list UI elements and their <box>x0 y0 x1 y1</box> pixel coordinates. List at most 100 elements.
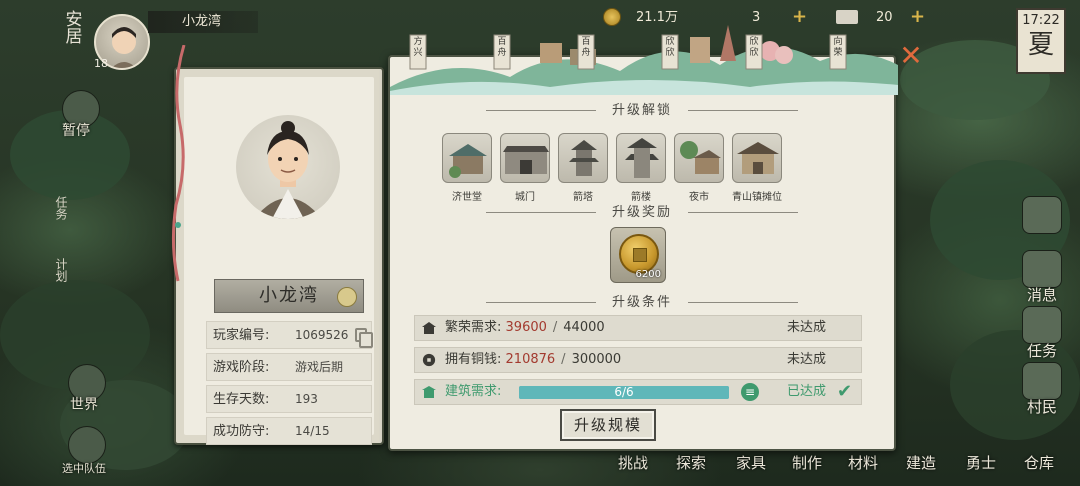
unlock-item-clinic[interactable]: 济世堂 <box>442 133 492 203</box>
team-icon[interactable] <box>68 426 106 464</box>
bottom-menu-challenge[interactable]: 挑战 <box>618 452 648 473</box>
bottom-menu-craft[interactable]: 制作 <box>792 452 822 473</box>
info-row-survival-days: 生存天数: 193 <box>206 385 372 413</box>
player-name-plate: 小龙湾 <box>214 279 364 313</box>
player-portrait <box>236 115 340 219</box>
prosperity-required: 44000 <box>563 320 605 335</box>
stall-building-icon <box>732 133 782 183</box>
message-icon[interactable] <box>1022 250 1062 288</box>
bottom-menu-explore[interactable]: 探索 <box>676 452 706 473</box>
player-name: 小龙湾 <box>259 285 319 306</box>
world-button[interactable]: 世界 <box>70 394 98 414</box>
location-badge[interactable]: 安居 <box>52 10 90 70</box>
flower-menu-icon[interactable] <box>1022 196 1062 234</box>
unlock-item-stall[interactable]: 青山镇摊位 <box>732 133 782 203</box>
task-button[interactable]: 任务 <box>1018 340 1066 361</box>
reward-item[interactable]: 6200 <box>610 227 666 283</box>
condition-row-coins: 拥有铜钱: 210876/300000 未达成 <box>414 347 862 373</box>
condition-title-text: 升级条件 <box>611 295 672 310</box>
game-stage-value: 游戏后期 <box>295 360 344 374</box>
player-id-label: 玩家编号: <box>213 328 270 343</box>
condition-row-prosperity: 繁荣需求: 39600/44000 未达成 <box>414 315 862 341</box>
game-stage-label: 游戏阶段: <box>213 360 270 375</box>
copy-icon[interactable] <box>355 328 373 348</box>
check-icon: ✔ <box>837 381 853 402</box>
village-name-banner: 小龙湾 <box>148 11 258 33</box>
village-name: 小龙湾 <box>182 14 222 29</box>
upgrade-panel: 方兴 百舟 百舟 欣欣 欣欣 向荣 升级解锁 济世堂 城门 箭塔 箭楼 夜市 青… <box>388 25 898 451</box>
reward-section-title: 升级奖励 <box>390 201 894 220</box>
scenery-tag-3: 百舟 <box>581 37 591 58</box>
arrow-pavilion-icon <box>616 133 666 183</box>
night-market-icon <box>674 133 724 183</box>
portrait-icon <box>254 121 322 219</box>
village-upgrade-dialog: 小龙湾 玩家编号: 1069526 游戏阶段: 游戏后期 生存天数: 193 成功防守… <box>170 25 923 455</box>
ticket-icon <box>836 10 858 24</box>
house-icon <box>422 322 436 334</box>
info-row-player-id: 玩家编号: 1069526 <box>206 321 373 349</box>
copper-coin-icon <box>619 234 659 274</box>
prosperity-label: 繁荣需求: 39600/44000 <box>445 320 605 335</box>
defense-value: 14/15 <box>295 424 330 438</box>
bottom-menu-storage[interactable]: 仓库 <box>1024 452 1054 473</box>
clock-time: 17:22 <box>1022 13 1060 28</box>
pause-button[interactable]: 暂停 <box>62 120 90 140</box>
condition-section-title: 升级条件 <box>390 291 894 310</box>
survival-days-value: 193 <box>295 392 318 406</box>
scenery-tag-6: 向荣 <box>833 37 843 58</box>
coins-status: 未达成 <box>787 352 827 367</box>
add-ticket-button[interactable]: + <box>910 6 925 27</box>
avatar-level: 18 <box>94 57 108 70</box>
unlock-section-title: 升级解锁 <box>390 99 894 118</box>
unlock-item-arrow-tower[interactable]: 箭塔 <box>558 133 608 203</box>
close-icon[interactable]: ✕ <box>897 42 925 70</box>
player-id-value: 1069526 <box>295 328 349 342</box>
coin-icon <box>422 353 436 367</box>
bottom-menu-furniture[interactable]: 家具 <box>736 452 766 473</box>
gate-building-icon <box>500 133 550 183</box>
info-row-game-stage: 游戏阶段: 游戏后期 <box>206 353 372 381</box>
scenery-tag-4: 欣欣 <box>665 37 675 58</box>
edit-name-icon[interactable] <box>337 287 357 307</box>
unlock-item-night-market[interactable]: 夜市 <box>674 133 724 203</box>
unlock-title-text: 升级解锁 <box>611 103 672 118</box>
condition-row-building: 建筑需求: 6/6 ≡ 已达成 ✔ <box>414 379 862 405</box>
villager-button[interactable]: 村民 <box>1018 396 1066 417</box>
building-status: 已达成 <box>787 384 827 399</box>
bottom-menu-material[interactable]: 材料 <box>848 452 878 473</box>
reward-title-text: 升级奖励 <box>611 205 672 220</box>
task-scroll-icon[interactable] <box>1022 306 1062 344</box>
building-progress-text: 6/6 <box>614 385 634 399</box>
shop-icon <box>422 386 436 398</box>
selected-team-button[interactable]: 选中队伍 <box>62 460 106 476</box>
scenery-tag-1: 方兴 <box>413 37 423 58</box>
location-label: 安居 <box>61 10 82 44</box>
prosperity-current: 39600 <box>505 320 547 335</box>
defense-label: 成功防守: <box>213 424 270 439</box>
villager-icon[interactable] <box>1022 362 1062 400</box>
message-button[interactable]: 消息 <box>1018 284 1066 305</box>
building-label: 建筑需求: <box>445 384 502 399</box>
reward-amount: 6200 <box>635 269 661 280</box>
plan-tab[interactable]: 计划 <box>44 258 68 282</box>
copper-coin-icon <box>603 8 621 26</box>
arrow-tower-icon <box>558 133 608 183</box>
upgrade-scale-button[interactable]: 升级规模 <box>560 409 656 441</box>
bottom-menu-build[interactable]: 建造 <box>906 452 936 473</box>
info-row-defense: 成功防守: 14/15 <box>206 417 372 445</box>
profile-card-inner: 小龙湾 玩家编号: 1069526 游戏阶段: 游戏后期 生存天数: 193 成功防守… <box>184 77 374 445</box>
game-clock: 17:22 夏 <box>1016 8 1066 74</box>
bottom-menu-warrior[interactable]: 勇士 <box>966 452 996 473</box>
bottom-menu: 挑战 探索 家具 制作 材料 建造 勇士 仓库 <box>600 452 1080 486</box>
scenery-tag-5: 欣欣 <box>749 37 759 58</box>
task-tab[interactable]: 任务 <box>44 196 68 220</box>
scenery-tag-2: 百舟 <box>497 37 507 58</box>
player-profile-card: 小龙湾 玩家编号: 1069526 游戏阶段: 游戏后期 生存天数: 193 成功防守… <box>174 67 384 445</box>
prosperity-status: 未达成 <box>787 320 827 335</box>
unlock-item-arrow-pavilion[interactable]: 箭楼 <box>616 133 666 203</box>
village-scenery-icon <box>390 25 898 95</box>
list-icon[interactable]: ≡ <box>741 383 759 401</box>
clinic-building-icon <box>442 133 492 183</box>
add-resource-button[interactable]: + <box>792 6 807 27</box>
unlock-item-gate[interactable]: 城门 <box>500 133 550 203</box>
